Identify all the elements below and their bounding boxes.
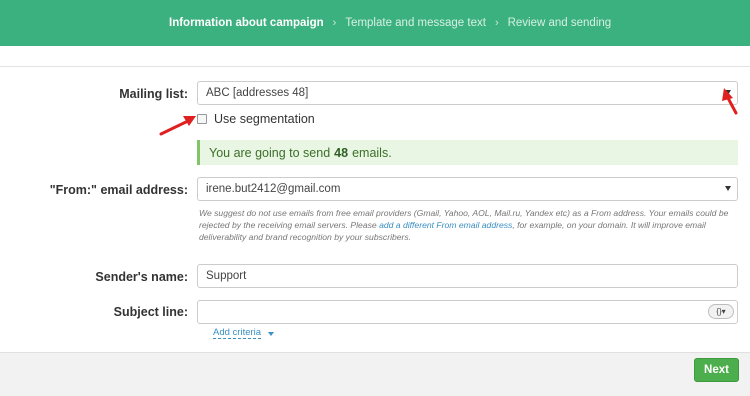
step-template[interactable]: Template and message text [345, 17, 486, 29]
step-review[interactable]: Review and sending [508, 17, 612, 29]
mailing-list-value: ABC [addresses 48] [206, 87, 309, 99]
sender-name-value: Support [206, 270, 247, 282]
sender-name-label: Sender's name: [95, 270, 188, 284]
chevron-down-icon[interactable] [268, 332, 274, 336]
from-address-label: "From:" email address: [49, 183, 188, 197]
chevron-down-icon[interactable] [725, 186, 731, 191]
from-address-select[interactable]: irene.but2412@gmail.com [197, 177, 738, 201]
subject-line-input[interactable]: {}▾ [197, 300, 738, 324]
red-arrow-icon [159, 116, 196, 136]
variables-icon[interactable]: {}▾ [708, 304, 734, 319]
next-button[interactable]: Next [694, 358, 739, 382]
mailing-list-label: Mailing list: [119, 87, 188, 101]
from-address-value: irene.but2412@gmail.com [206, 183, 341, 195]
spacer [0, 46, 750, 66]
segmentation-label[interactable]: Use segmentation [214, 112, 315, 126]
subject-line-label: Subject line: [113, 305, 188, 319]
chevron-right-icon: › [332, 17, 337, 29]
send-count-notice: You are going to send 48 emails. [197, 140, 738, 165]
sender-name-input[interactable]: Support [197, 264, 738, 288]
steps-banner: Information about campaign › Template an… [0, 0, 750, 46]
chevron-right-icon: › [494, 17, 499, 29]
red-arrow-icon [722, 88, 738, 115]
add-criteria-link[interactable]: Add criteria [213, 327, 262, 339]
from-address-hint: We suggest do not use emails from free e… [199, 207, 731, 243]
segmentation-option[interactable]: Use segmentation [197, 112, 315, 126]
send-notice-count: 48 [334, 145, 349, 160]
add-from-address-link[interactable]: add a different From email address [379, 220, 512, 230]
steps-list: Information about campaign › Template an… [169, 17, 611, 29]
step-information[interactable]: Information about campaign [169, 17, 324, 29]
send-notice-suffix: emails. [352, 145, 392, 160]
form-footer [0, 352, 750, 396]
send-notice-prefix: You are going to send [209, 145, 331, 160]
mailing-list-select[interactable]: ABC [addresses 48] [197, 81, 738, 105]
